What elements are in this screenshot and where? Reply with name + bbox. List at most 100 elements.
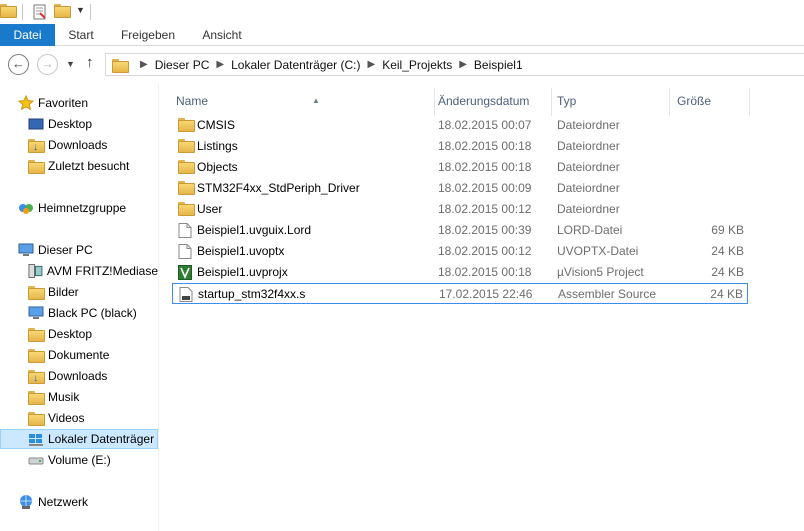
sidebar-item-local-disk[interactable]: Lokaler Datenträger (0, 429, 158, 449)
recent-places-icon (28, 158, 45, 174)
file-type: Dateiordner (557, 118, 620, 132)
folder-icon (178, 202, 195, 217)
folder-icon (178, 181, 195, 196)
sidebar-item-downloads[interactable]: ↓ Downloads (0, 135, 158, 155)
sidebar-item-favorites[interactable]: Favoriten (0, 93, 158, 113)
breadcrumb-keil-projekts[interactable]: Keil_Projekts (382, 58, 452, 72)
desktop-icon (28, 118, 44, 130)
file-row-startup[interactable]: startup_stm32f4xx.s 17.02.2015 22:46 Ass… (172, 283, 748, 304)
pictures-folder-icon (28, 284, 45, 300)
sidebar-item-downloads-pc[interactable]: ↓ Downloads (0, 366, 158, 386)
music-folder-icon (28, 389, 45, 405)
folder-icon (178, 160, 195, 175)
folder-icon (112, 58, 129, 73)
sidebar-item-pictures[interactable]: Bilder (0, 282, 158, 302)
column-divider[interactable] (749, 88, 750, 116)
file-list: Name ▲ Änderungsdatum Typ Größe CMSIS 18… (160, 84, 804, 531)
file-row-uvoptx[interactable]: Beispiel1.uvoptx 18.02.2015 00:12 UVOPTX… (172, 241, 748, 262)
column-divider[interactable] (434, 88, 435, 116)
sidebar-item-label: Musik (48, 390, 80, 404)
tab-start[interactable]: Start (55, 24, 107, 46)
file-row-cmsis[interactable]: CMSIS 18.02.2015 00:07 Dateiordner (172, 115, 748, 136)
column-divider[interactable] (669, 88, 670, 116)
breadcrumb-beispiel1[interactable]: Beispiel1 (474, 58, 523, 72)
sidebar-item-label: Downloads (48, 138, 108, 152)
sidebar-item-network[interactable]: Netzwerk (0, 492, 158, 512)
column-header-date[interactable]: Änderungsdatum (438, 88, 550, 114)
star-icon (18, 95, 34, 111)
folder-icon (178, 118, 195, 133)
column-header-name[interactable]: Name ▲ (176, 88, 434, 114)
videos-folder-icon (28, 410, 45, 426)
sort-ascending-icon: ▲ (312, 96, 320, 105)
sidebar-item-label: Lokaler Datenträger (48, 432, 155, 446)
chevron-right-icon[interactable]: ▶ (459, 59, 467, 70)
sidebar-item-recent[interactable]: Zuletzt besucht (0, 156, 158, 176)
downloads-folder-icon: ↓ (28, 137, 45, 153)
up-arrow-icon[interactable]: ↑ (86, 54, 94, 71)
pane-divider[interactable] (158, 84, 159, 531)
chevron-right-icon[interactable]: ▶ (216, 59, 224, 70)
sidebar-item-documents[interactable]: Dokumente (0, 345, 158, 365)
sidebar-item-label: Desktop (48, 327, 93, 341)
sidebar-item-label: Black PC (black) (48, 306, 137, 320)
sidebar-item-avm-fritz[interactable]: AVM FRITZ!Mediase (0, 261, 158, 281)
file-type: Dateiordner (557, 202, 620, 216)
column-header-type[interactable]: Typ (557, 88, 669, 114)
sidebar-item-label: Desktop (48, 117, 93, 131)
tab-share[interactable]: Freigeben (107, 24, 189, 46)
file-row-uvprojx[interactable]: Beispiel1.uvprojx 18.02.2015 00:18 µVisi… (172, 262, 748, 283)
recent-locations-chevron-icon[interactable]: ▼ (66, 59, 75, 69)
file-row-user[interactable]: User 18.02.2015 00:12 Dateiordner (172, 199, 748, 220)
file-row-stdperiph-driver[interactable]: STM32F4xx_StdPeriph_Driver 18.02.2015 00… (172, 178, 748, 199)
sidebar-item-desktop[interactable]: Desktop (0, 114, 158, 134)
breadcrumb-this-pc[interactable]: Dieser PC (155, 58, 210, 72)
file-name: User (197, 202, 223, 216)
chevron-right-icon[interactable]: ▶ (367, 59, 375, 70)
folder-icon (178, 139, 195, 154)
sidebar-item-homegroup[interactable]: Heimnetzgruppe (0, 198, 158, 218)
column-header-size[interactable]: Größe (677, 88, 749, 114)
sidebar-item-label: Dieser PC (38, 243, 93, 257)
breadcrumb-local-disk[interactable]: Lokaler Datenträger (C:) (231, 58, 360, 72)
downloads-folder-icon: ↓ (28, 368, 45, 384)
sidebar-item-label: Zuletzt besucht (48, 159, 130, 173)
file-type: µVision5 Project (557, 265, 644, 279)
homegroup-icon (19, 204, 33, 214)
desktop-folder-icon (28, 326, 45, 342)
file-row-objects[interactable]: Objects 18.02.2015 00:18 Dateiordner (172, 157, 748, 178)
file-type: Dateiordner (557, 160, 620, 174)
back-arrow-icon[interactable]: ← (8, 54, 29, 75)
toolbar-separator (90, 4, 91, 20)
assembler-file-icon (179, 287, 193, 302)
tab-view[interactable]: Ansicht (189, 24, 255, 46)
forward-arrow-icon[interactable]: → (37, 54, 58, 75)
network-computer-icon (28, 306, 44, 319)
navigation-bar: ← → ▼ ↑ ▶ Dieser PC ▶ Lokaler Datenträge… (0, 47, 804, 83)
file-size: 69 KB (711, 223, 744, 237)
file-name: Listings (197, 139, 238, 153)
sidebar-item-black-pc[interactable]: Black PC (black) (0, 303, 158, 323)
sidebar-item-videos[interactable]: Videos (0, 408, 158, 428)
file-name: Beispiel1.uvprojx (197, 265, 288, 279)
tab-file[interactable]: Datei (0, 24, 55, 46)
sidebar-item-label: Bilder (48, 285, 79, 299)
drive-icon (28, 457, 44, 465)
customize-toolbar-dropdown-icon[interactable]: ▼ (76, 5, 85, 15)
file-date: 18.02.2015 00:18 (438, 139, 532, 153)
sidebar-item-volume-e[interactable]: Volume (E:) (0, 450, 158, 470)
sidebar-item-desktop-pc[interactable]: Desktop (0, 324, 158, 344)
properties-icon[interactable] (33, 4, 47, 20)
file-row-uvguix[interactable]: Beispiel1.uvguix.Lord 18.02.2015 00:39 L… (172, 220, 748, 241)
sidebar-item-label: Volume (E:) (48, 453, 111, 467)
sidebar-item-music[interactable]: Musik (0, 387, 158, 407)
file-date: 18.02.2015 00:12 (438, 244, 532, 258)
network-icon (20, 495, 32, 509)
address-bar[interactable]: ▶ Dieser PC ▶ Lokaler Datenträger (C:) ▶… (105, 53, 804, 76)
file-row-listings[interactable]: Listings 18.02.2015 00:18 Dateiordner (172, 136, 748, 157)
file-type: Assembler Source (558, 287, 657, 301)
file-icon (178, 244, 192, 259)
chevron-right-icon[interactable]: ▶ (140, 59, 148, 70)
column-divider[interactable] (551, 88, 552, 116)
sidebar-item-this-pc[interactable]: Dieser PC (0, 240, 158, 260)
